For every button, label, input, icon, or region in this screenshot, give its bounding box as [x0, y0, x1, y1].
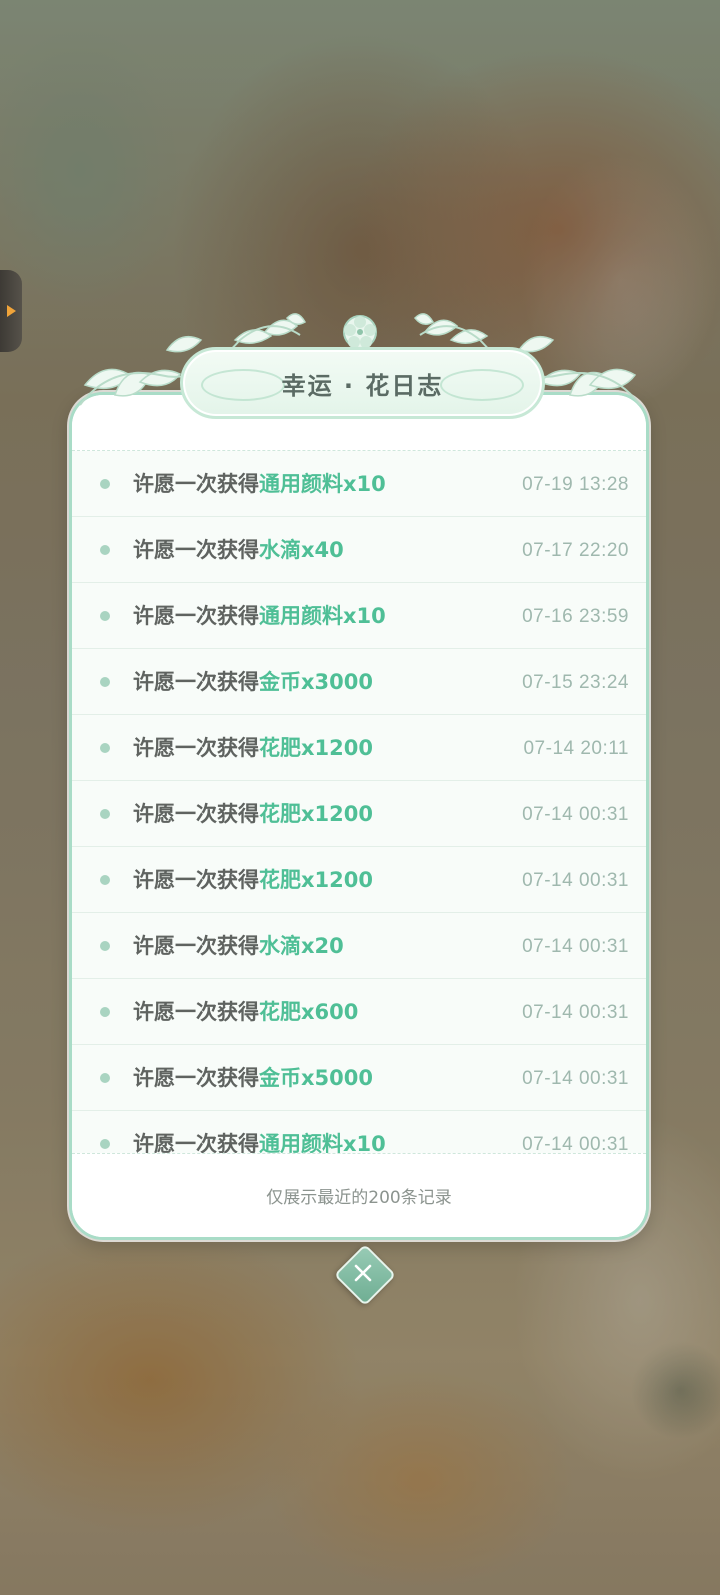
list-item: 许愿一次获得花肥x1200 07-14 00:31 [72, 781, 646, 847]
record-text: 许愿一次获得通用颜料x10 [133, 470, 386, 498]
record-prefix: 许愿一次获得 [133, 934, 259, 958]
page-title: 幸运 · 花日志 [281, 371, 444, 400]
list-item: 许愿一次获得通用颜料x10 07-14 00:31 [72, 1111, 646, 1154]
flower-log-panel: 许愿一次获得通用颜料x10 07-19 13:28 许愿一次获得水滴x40 07… [69, 392, 649, 1240]
record-text: 许愿一次获得水滴x40 [133, 536, 344, 564]
record-prefix: 许愿一次获得 [133, 802, 259, 826]
record-item: 花肥x1200 [259, 868, 373, 892]
bullet-dot [100, 875, 110, 885]
record-prefix: 许愿一次获得 [133, 604, 259, 628]
list-item: 许愿一次获得水滴x40 07-17 22:20 [72, 517, 646, 583]
record-item: 水滴x40 [259, 538, 344, 562]
record-item: 通用颜料x10 [259, 472, 386, 496]
side-drawer-tab[interactable] [0, 270, 22, 352]
record-text: 许愿一次获得花肥x1200 [133, 866, 373, 894]
record-prefix: 许愿一次获得 [133, 472, 259, 496]
record-text: 许愿一次获得花肥x600 [133, 998, 358, 1026]
bullet-dot [100, 809, 110, 819]
list-item: 许愿一次获得通用颜料x10 07-19 13:28 [72, 451, 646, 517]
record-item: 水滴x20 [259, 934, 344, 958]
record-text: 许愿一次获得花肥x1200 [133, 734, 373, 762]
bullet-dot [100, 1139, 110, 1149]
bullet-dot [100, 743, 110, 753]
record-time: 07-16 23:59 [522, 606, 629, 627]
bullet-dot [100, 545, 110, 555]
bullet-dot [100, 941, 110, 951]
record-time: 07-14 00:31 [522, 1068, 629, 1089]
record-time: 07-19 13:28 [522, 474, 629, 495]
record-item: 花肥x1200 [259, 736, 373, 760]
list-item: 许愿一次获得花肥x1200 07-14 00:31 [72, 847, 646, 913]
bullet-dot [100, 677, 110, 687]
list-item: 许愿一次获得通用颜料x10 07-16 23:59 [72, 583, 646, 649]
bullet-dot [100, 1007, 110, 1017]
record-list[interactable]: 许愿一次获得通用颜料x10 07-19 13:28 许愿一次获得水滴x40 07… [72, 451, 646, 1154]
record-text: 许愿一次获得水滴x20 [133, 932, 344, 960]
record-item: 花肥x600 [259, 1000, 359, 1024]
record-prefix: 许愿一次获得 [133, 736, 259, 760]
record-text: 许愿一次获得花肥x1200 [133, 800, 373, 828]
list-item: 许愿一次获得水滴x20 07-14 00:31 [72, 913, 646, 979]
list-item: 许愿一次获得金币x5000 07-14 00:31 [72, 1045, 646, 1111]
list-item: 许愿一次获得花肥x1200 07-14 20:11 [72, 715, 646, 781]
record-text: 许愿一次获得通用颜料x10 [133, 602, 386, 630]
record-item: 通用颜料x10 [259, 1132, 386, 1154]
record-text: 许愿一次获得通用颜料x10 [133, 1130, 386, 1154]
record-item: 金币x5000 [259, 1066, 373, 1090]
bullet-dot [100, 479, 110, 489]
list-item: 许愿一次获得花肥x600 07-14 00:31 [72, 979, 646, 1045]
list-item: 许愿一次获得金币x3000 07-15 23:24 [72, 649, 646, 715]
record-time: 07-15 23:24 [522, 672, 629, 693]
record-time: 07-14 00:31 [522, 936, 629, 957]
record-item: 花肥x1200 [259, 802, 373, 826]
record-prefix: 许愿一次获得 [133, 868, 259, 892]
bullet-dot [100, 611, 110, 621]
record-time: 07-14 00:31 [522, 1002, 629, 1023]
chevron-right-icon [6, 305, 16, 317]
record-prefix: 许愿一次获得 [133, 1000, 259, 1024]
record-time: 07-14 20:11 [523, 738, 629, 759]
record-time: 07-14 00:31 [522, 804, 629, 825]
bullet-dot [100, 1073, 110, 1083]
title-plaque: 幸运 · 花日志 [180, 347, 545, 419]
record-time: 07-14 00:31 [522, 870, 629, 891]
record-item: 通用颜料x10 [259, 604, 386, 628]
panel-footer: 仅展示最近的200条记录 [72, 1153, 646, 1237]
record-time: 07-17 22:20 [522, 540, 629, 561]
record-prefix: 许愿一次获得 [133, 538, 259, 562]
record-prefix: 许愿一次获得 [133, 1132, 259, 1154]
record-text: 许愿一次获得金币x3000 [133, 668, 373, 696]
record-text: 许愿一次获得金币x5000 [133, 1064, 373, 1092]
record-limit-note: 仅展示最近的200条记录 [266, 1188, 452, 1208]
record-prefix: 许愿一次获得 [133, 670, 259, 694]
record-prefix: 许愿一次获得 [133, 1066, 259, 1090]
record-time: 07-14 00:31 [522, 1134, 629, 1154]
record-item: 金币x3000 [259, 670, 373, 694]
